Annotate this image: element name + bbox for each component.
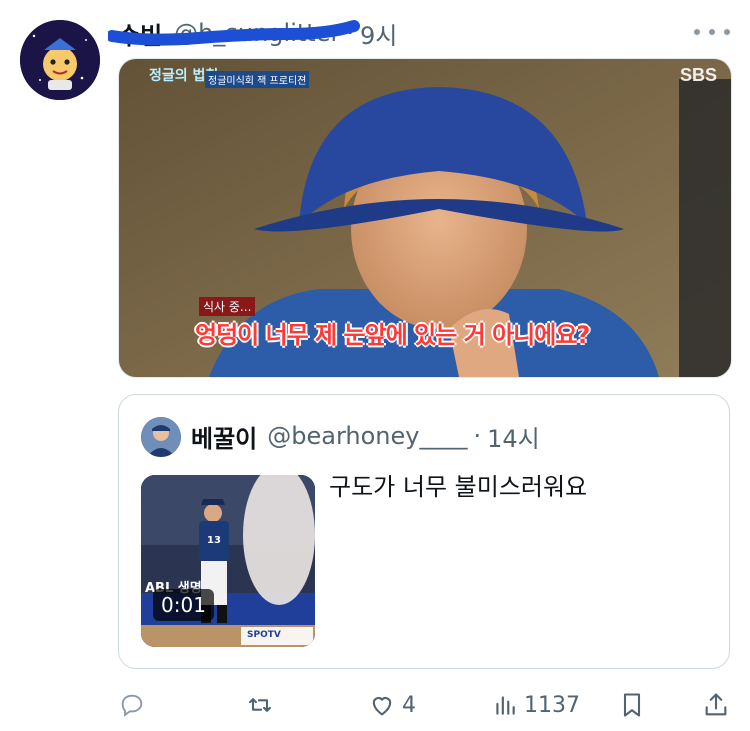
share-button[interactable] xyxy=(702,685,730,725)
retweet-button[interactable] xyxy=(246,685,280,725)
quoted-author-handle[interactable]: @bearhoney____ xyxy=(267,422,467,450)
quoted-author-avatar[interactable] xyxy=(141,417,181,457)
quoted-tweet[interactable]: 베꿀이 @bearhoney____ · 14시 13 ABL 생명 SPOTV… xyxy=(118,394,730,669)
separator-dot: · xyxy=(473,422,482,450)
reply-icon xyxy=(121,694,143,717)
heart-icon xyxy=(372,697,392,716)
scribble-redaction xyxy=(108,20,360,46)
views-count: 1137 xyxy=(524,692,580,718)
share-icon xyxy=(705,693,727,716)
views-button[interactable]: 1137 xyxy=(492,685,580,725)
video-frame xyxy=(141,475,315,647)
views-icon xyxy=(496,696,515,715)
show-subtitle: 정글미식회 잭 프로티젼 xyxy=(205,71,310,88)
more-icon[interactable] xyxy=(694,20,730,44)
tweet-media[interactable]: SBS 정글의 법칙 정글미식회 잭 프로티젼 식사 중... 엉덩이 너무 제… xyxy=(118,58,732,378)
retweet-icon xyxy=(249,698,271,712)
like-button[interactable]: 4 xyxy=(368,685,416,725)
tweet-timestamp[interactable]: 9시 xyxy=(360,16,397,51)
quoted-text: 구도가 너무 불미스러워요 xyxy=(329,473,588,501)
bookmark-icon xyxy=(623,693,641,717)
quoted-author-name[interactable]: 베꿀이 xyxy=(191,419,257,454)
quoted-header: 베꿀이 @bearhoney____ · 14시 xyxy=(191,419,540,453)
video-duration: 0:01 xyxy=(153,589,214,621)
broadcast-channel: SPOTV xyxy=(247,630,281,640)
caption-small: 식사 중... xyxy=(199,297,256,316)
tweet-actions: 4 1137 xyxy=(118,685,730,725)
bookmark-button[interactable] xyxy=(618,685,646,725)
broadcaster-logo: SBS xyxy=(679,65,717,85)
author-avatar[interactable] xyxy=(20,20,100,100)
reply-button[interactable] xyxy=(118,685,152,725)
quoted-video-thumbnail[interactable]: 13 ABL 생명 SPOTV 0:01 xyxy=(141,475,315,647)
avatar-image xyxy=(20,20,100,100)
quoted-timestamp[interactable]: 14시 xyxy=(487,419,540,454)
quoted-avatar-image xyxy=(141,417,181,457)
player-number: 13 xyxy=(207,535,221,546)
caption-main: 엉덩이 너무 제 눈앞에 있는 거 아니에요? xyxy=(195,321,590,349)
like-count: 4 xyxy=(402,692,416,718)
